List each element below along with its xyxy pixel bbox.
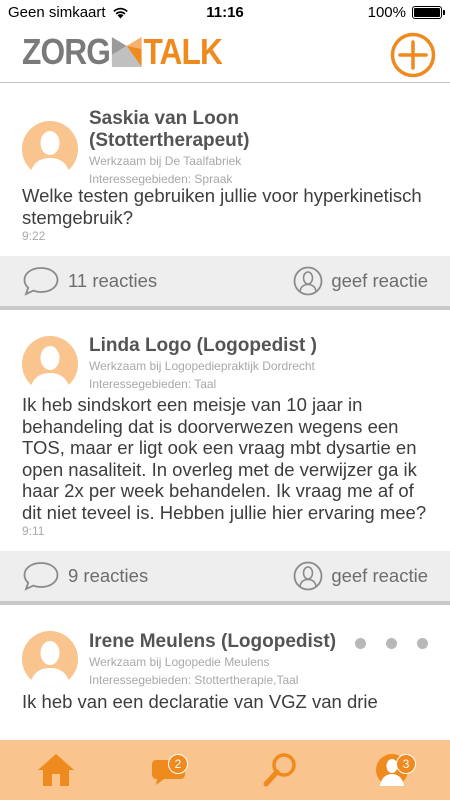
post-card[interactable]: Saskia van Loon (Stottertherapeut) Werkz… [0, 83, 450, 310]
app-header: ZORG TALK [0, 26, 450, 83]
tab-bar: 2 3 [0, 740, 450, 800]
home-icon [38, 754, 74, 786]
reply-label: geef reactie [331, 270, 428, 291]
avatar[interactable] [22, 631, 78, 687]
logo-text-zorg: ZORG [22, 31, 111, 72]
post-text[interactable]: Ik heb sindskort een meisje van 10 jaar … [0, 394, 450, 523]
post-text[interactable]: Welke testen gebruiken jullie voor hyper… [0, 185, 450, 228]
reply-button[interactable]: geef reactie [293, 256, 428, 306]
post-header: Irene Meulens (Logopedist) Werkzaam bij … [0, 605, 450, 695]
author-interests: Interessegebieden: Taal [89, 377, 217, 391]
status-right: 100% [367, 4, 445, 21]
more-options-button[interactable] [355, 638, 428, 649]
reply-button[interactable]: geef reactie [293, 551, 428, 601]
messages-badge: 2 [168, 754, 188, 774]
post-card[interactable]: Irene Meulens (Logopedist) Werkzaam bij … [0, 605, 450, 713]
user-silhouette-icon [30, 641, 70, 687]
user-silhouette-icon [30, 131, 70, 177]
user-circle-icon [293, 561, 323, 591]
reactions-button[interactable]: 9 reacties [22, 551, 148, 601]
avatar[interactable] [22, 336, 78, 392]
tab-home[interactable] [0, 740, 112, 800]
search-icon [263, 753, 296, 787]
avatar[interactable] [22, 121, 78, 177]
dot [355, 638, 366, 649]
profile-badge: 3 [396, 754, 416, 774]
author-interests: Interessegebieden: Spraak [89, 172, 233, 186]
author-name[interactable]: Saskia van Loon [89, 108, 450, 130]
status-bar: Geen simkaart 11:16 100% [0, 0, 450, 26]
reply-label: geef reactie [331, 565, 428, 586]
dot [386, 638, 397, 649]
post-feed[interactable]: Saskia van Loon (Stottertherapeut) Werkz… [0, 83, 450, 740]
tab-messages[interactable]: 2 [112, 740, 224, 800]
post-time: 9:11 [22, 524, 45, 538]
battery-percentage: 100% [367, 4, 406, 21]
reactions-count: 9 reacties [68, 565, 149, 586]
post-actions: 9 reacties geef reactie [0, 551, 450, 605]
author-workplace: Werkzaam bij Logopedie Meulens [89, 655, 270, 669]
app-logo: ZORG TALK [22, 31, 223, 72]
add-post-button[interactable] [390, 32, 436, 78]
reactions-button[interactable]: 11 reacties [22, 256, 157, 306]
post-time: 9:22 [22, 229, 46, 243]
author-role[interactable]: (Stottertherapeut) [89, 130, 450, 152]
tab-profile[interactable]: 3 [336, 740, 448, 800]
user-circle-icon [293, 266, 323, 296]
comment-bubble-icon [23, 562, 59, 591]
dot [417, 638, 428, 649]
author-workplace: Werkzaam bij De Taalfabriek [89, 154, 242, 168]
author-workplace: Werkzaam bij Logopediepraktijk Dordrecht [89, 359, 315, 373]
logo-arrow-icon [111, 37, 142, 67]
post-card[interactable]: Linda Logo (Logopedist ) Werkzaam bij Lo… [0, 310, 450, 605]
tab-search[interactable] [224, 740, 336, 800]
battery-icon [412, 6, 445, 19]
logo-text-talk: TALK [143, 31, 223, 72]
comment-bubble-icon [23, 267, 59, 296]
post-header: Saskia van Loon (Stottertherapeut) Werkz… [0, 83, 450, 186]
user-silhouette-icon [30, 346, 70, 392]
reactions-count: 11 reacties [68, 270, 158, 291]
post-actions: 11 reacties geef reactie [0, 256, 450, 310]
author-interests: Interessegebieden: Stottertherapie,Taal [89, 673, 299, 687]
author-name[interactable]: Linda Logo (Logopedist ) [89, 335, 450, 357]
post-header: Linda Logo (Logopedist ) Werkzaam bij Lo… [0, 310, 450, 400]
